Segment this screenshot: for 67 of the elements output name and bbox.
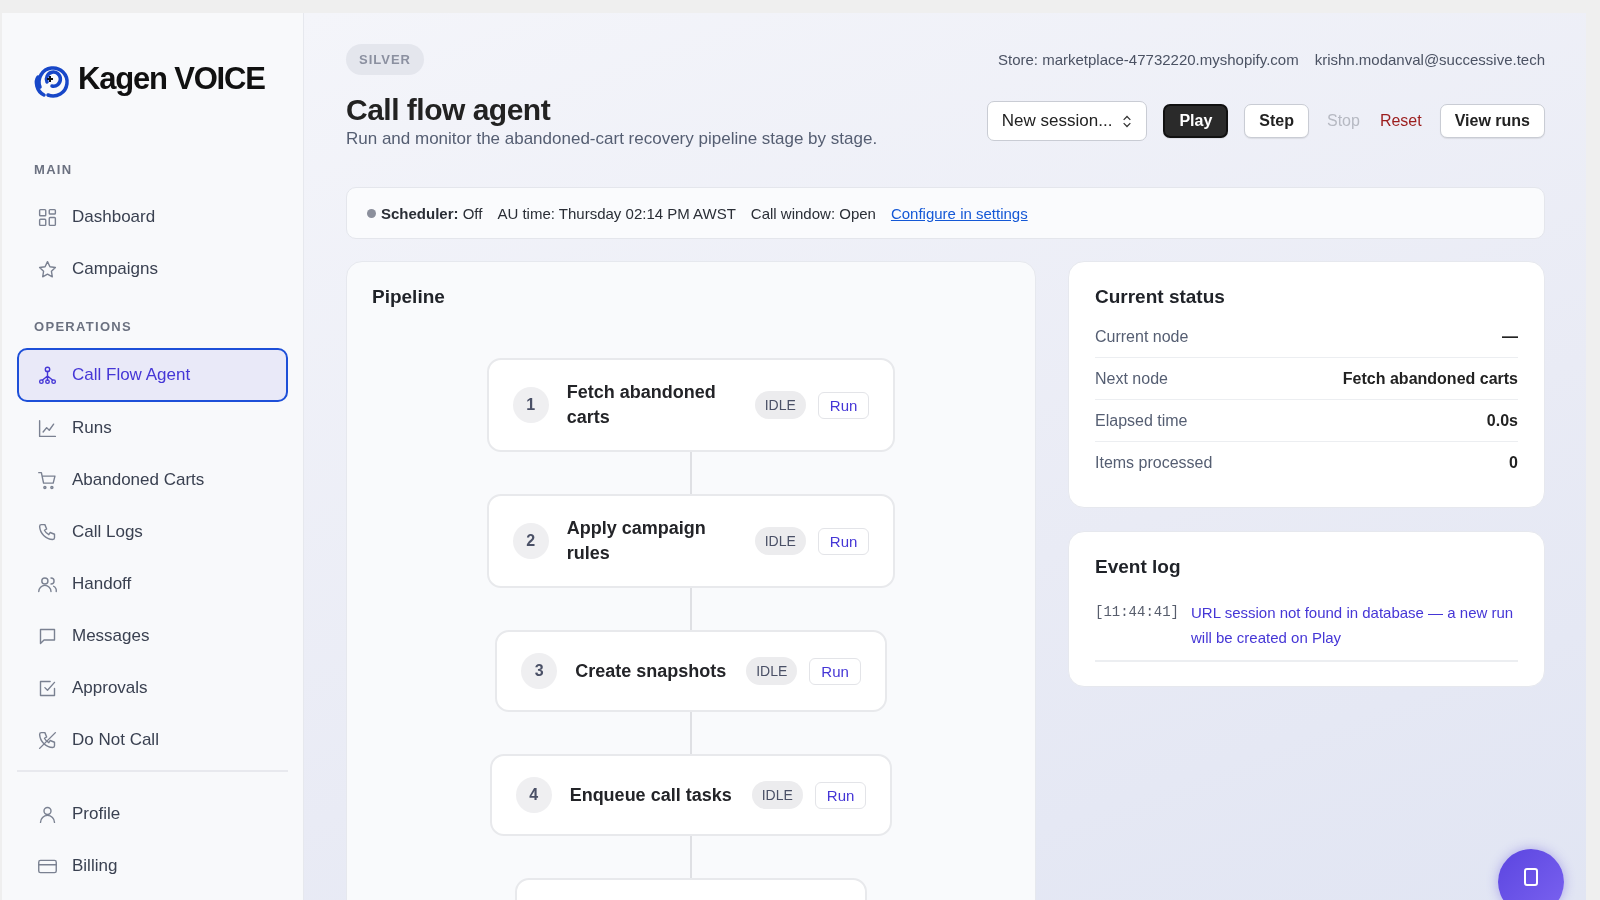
section-heading: MAIN <box>33 162 74 177</box>
page-title: Call flow agent <box>346 93 552 127</box>
settings-link[interactable]: Configure in settings <box>890 204 1028 222</box>
card-title: Current status <box>1095 286 1226 308</box>
sidebar-item[interactable]: Approvals <box>17 662 288 714</box>
sidebar-item[interactable]: Billing <box>17 840 288 892</box>
status-badge: IDLE <box>754 527 806 555</box>
card-title: Pipeline <box>372 286 446 308</box>
sidebar-item[interactable]: Abandoned Carts <box>17 454 288 506</box>
step-number: 3 <box>521 653 558 689</box>
field-label: Items processed <box>1095 453 1213 472</box>
run-button[interactable]: Run <box>817 527 870 555</box>
sidebar-item[interactable]: Profile <box>17 788 288 840</box>
field-value: Fetch abandoned carts <box>1342 369 1518 388</box>
action-button[interactable]: Play <box>1163 104 1229 138</box>
action-button[interactable]: Reset <box>1377 104 1424 138</box>
sidebar-item[interactable]: Runs <box>17 402 288 454</box>
page-subtitle: Run and monitor the abandoned-cart recovery pipeline stage by stage. <box>346 129 878 149</box>
phone-off-icon <box>37 729 58 751</box>
sidebar-item[interactable]: Campaigns <box>17 243 288 295</box>
action-button[interactable]: Step <box>1244 104 1309 138</box>
star-icon <box>37 258 58 280</box>
run-button[interactable]: Run <box>817 391 870 419</box>
brand-name: Kagen VOICE <box>78 61 265 97</box>
cart-icon <box>37 469 58 491</box>
node-label: Enqueue call tasks <box>569 783 732 807</box>
run-button[interactable]: Run <box>814 781 867 809</box>
grid-icon <box>37 206 58 228</box>
step-number: 1 <box>512 387 549 423</box>
field-label: Elapsed time <box>1095 411 1188 430</box>
field-value: 0 <box>1509 453 1518 472</box>
sidebar-item[interactable]: Handoff <box>17 558 288 610</box>
field-label: Current node <box>1095 327 1189 346</box>
node-label: Fetch abandoned carts <box>566 381 717 429</box>
log-time: [11:44:41] <box>1095 603 1179 622</box>
sidebar-item[interactable]: Call Logs <box>17 506 288 558</box>
sidebar-item[interactable]: Call Flow Agent <box>17 348 288 402</box>
sidebar-item[interactable]: Dashboard <box>17 191 288 243</box>
log-message: URL session not found in database — a new run will be created on Play <box>1191 603 1515 648</box>
field-value: — <box>1502 327 1518 346</box>
store-text: Store: marketplace-47732220.myshopify.com <box>997 51 1299 68</box>
section-heading: OPERATIONS <box>33 319 133 334</box>
user-email: krishn.modanval@successive.tech <box>1314 51 1545 68</box>
node-label: Apply campaign rules <box>566 517 707 565</box>
call-window-text: Call window: Open <box>750 204 876 222</box>
phone-icon <box>37 521 58 543</box>
chart-icon <box>37 417 58 439</box>
network-icon <box>37 364 58 386</box>
chat-button[interactable] <box>1498 849 1564 900</box>
scheduler-status: Scheduler: Off <box>381 204 483 222</box>
status-badge: IDLE <box>754 391 806 419</box>
step-number: 4 <box>515 777 552 813</box>
sidebar-item[interactable]: Do Not Call <box>17 714 288 766</box>
status-badge: IDLE <box>746 657 798 685</box>
status-badge: IDLE <box>751 781 803 809</box>
field-value: 0.0s <box>1486 411 1518 430</box>
action-button[interactable]: View runs <box>1439 104 1545 138</box>
time-text: AU time: Thursday 02:14 PM AWST <box>497 204 736 222</box>
run-button[interactable]: Run <box>809 657 861 685</box>
step-number: 2 <box>512 523 549 559</box>
plan-badge: SILVER <box>346 44 424 75</box>
session-select[interactable]: New session... <box>986 101 1148 141</box>
node-label: Create snapshots <box>575 659 727 683</box>
card-title: Event log <box>1095 556 1182 578</box>
chevron-updown-icon <box>1122 113 1133 129</box>
sidebar-item[interactable]: Messages <box>17 610 288 662</box>
field-label: Next node <box>1095 369 1168 388</box>
